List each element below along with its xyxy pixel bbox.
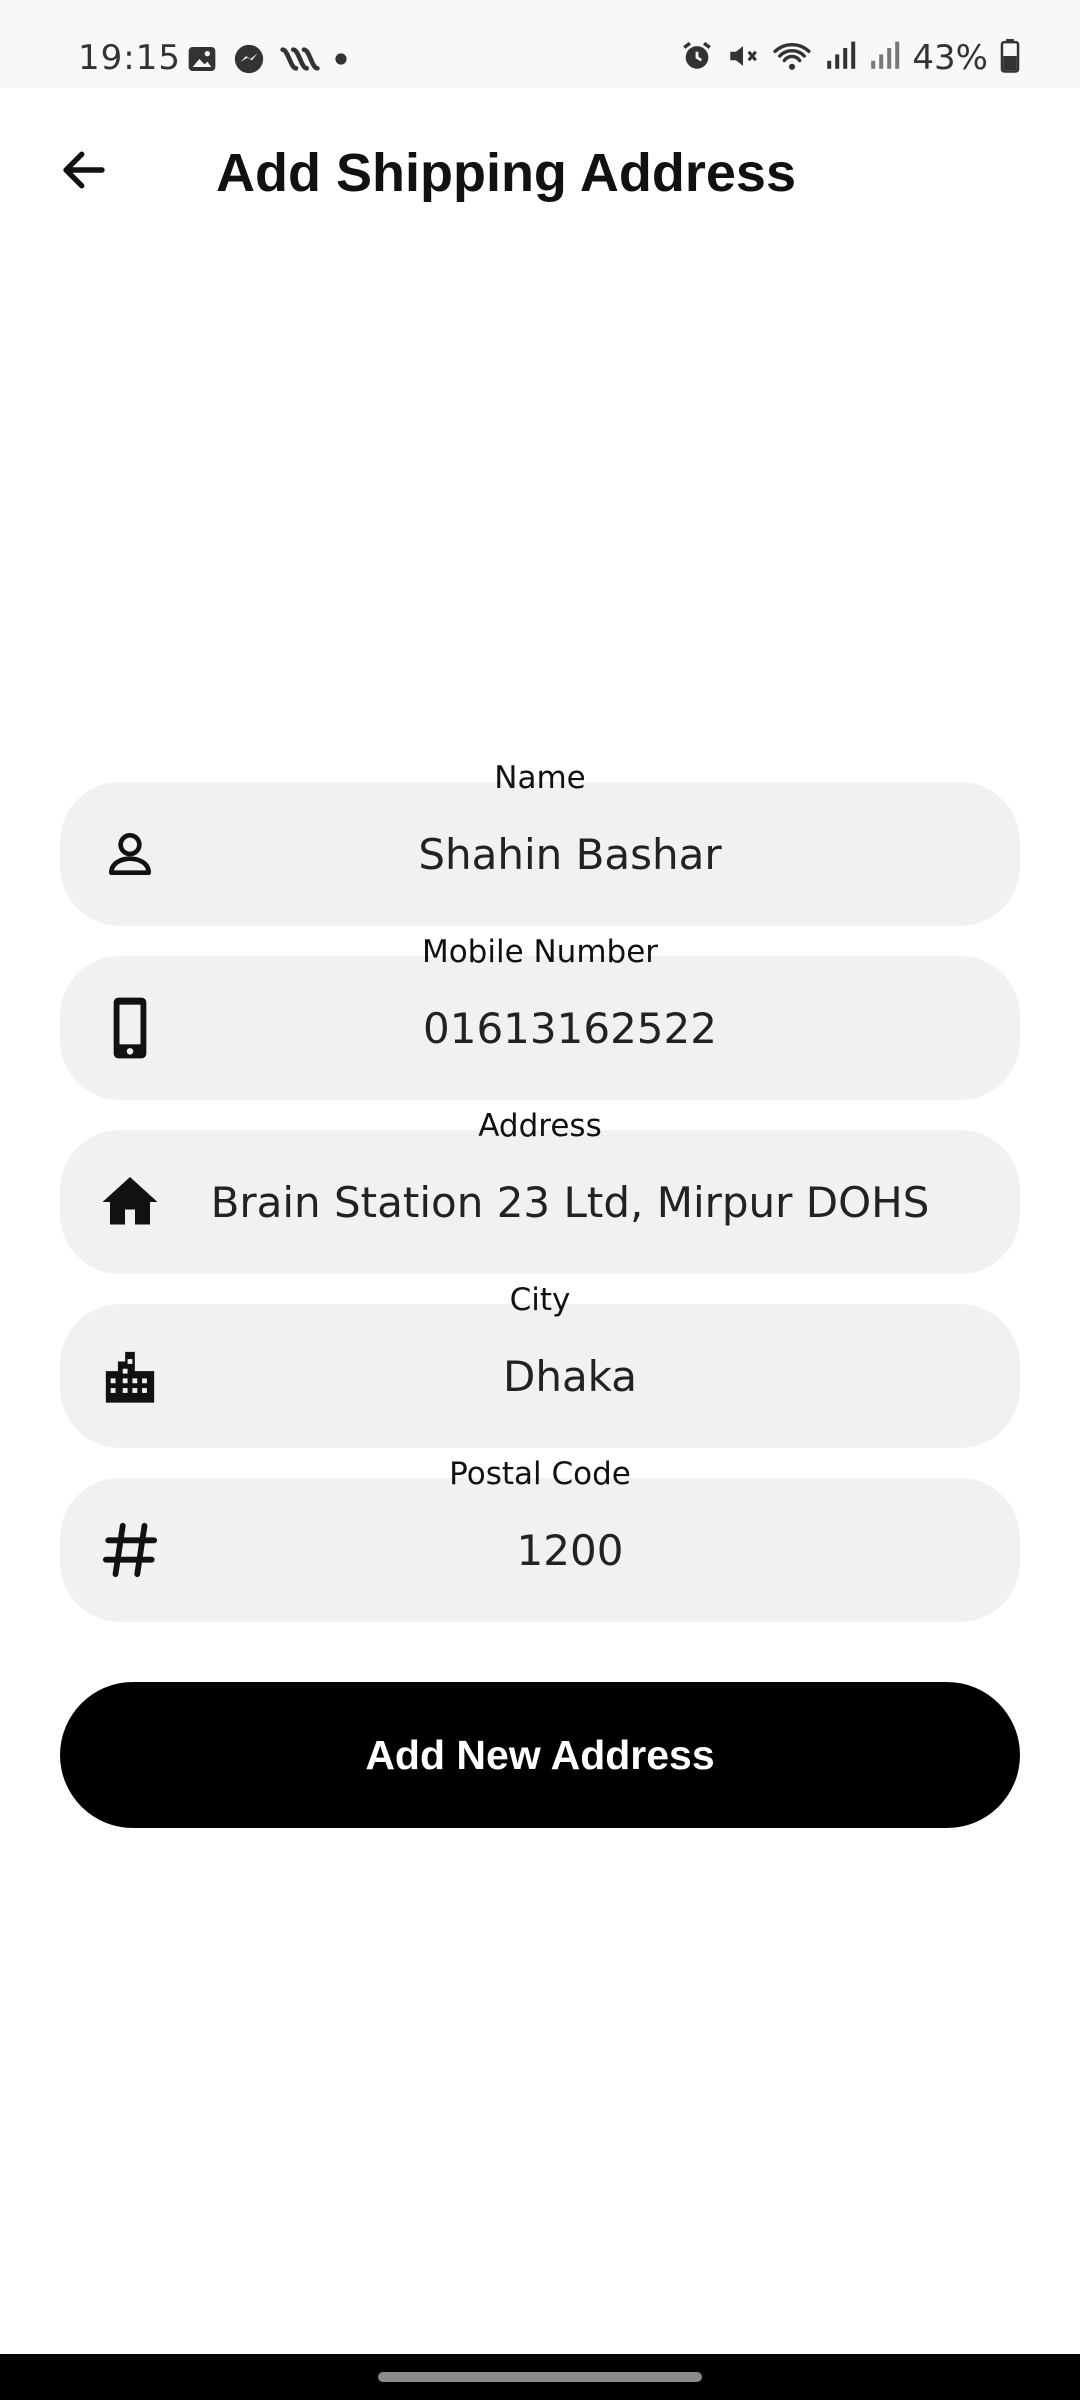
address-field: Brain Station 23 Ltd, Mirpur DOHS Addres… (60, 1108, 1020, 1282)
person-icon (100, 824, 160, 884)
mobile-number-value: 01613162522 (423, 1003, 717, 1053)
notification-icons (186, 42, 348, 81)
city-field: Dhaka City (60, 1282, 1020, 1456)
status-bar: 19:15 43% (0, 0, 1080, 88)
mobile-number-label: Mobile Number (421, 934, 659, 970)
city-icon (100, 1346, 160, 1406)
wifi-icon (772, 39, 812, 78)
back-button[interactable] (52, 140, 116, 204)
gallery-icon (186, 43, 218, 80)
postal-code-label: Postal Code (449, 1456, 631, 1492)
name-value: Shahin Bashar (418, 829, 722, 879)
messenger-icon (232, 42, 266, 81)
dot-icon (334, 52, 348, 71)
battery-percent: 43% (912, 38, 988, 78)
postal-code-input[interactable]: 1200 (60, 1478, 1020, 1622)
alarm-icon (680, 39, 714, 78)
add-new-address-button[interactable]: Add New Address (60, 1682, 1020, 1828)
battery-icon (1000, 38, 1020, 78)
name-label: Name (494, 760, 586, 796)
status-time: 19:15 (78, 38, 181, 78)
mobile-number-field: 01613162522 Mobile Number (60, 934, 1020, 1108)
city-label: City (509, 1282, 571, 1318)
home-indicator[interactable] (378, 2372, 702, 2382)
shipping-address-form: Shahin Bashar Name 01613162522 Mobile Nu… (60, 760, 1020, 1630)
address-label: Address (478, 1108, 602, 1144)
city-input[interactable]: Dhaka (60, 1304, 1020, 1448)
app-bar: Add Shipping Address (0, 88, 1080, 258)
mobile-number-input[interactable]: 01613162522 (60, 956, 1020, 1100)
address-input[interactable]: Brain Station 23 Ltd, Mirpur DOHS (60, 1130, 1020, 1274)
name-field: Shahin Bashar Name (60, 760, 1020, 934)
name-input[interactable]: Shahin Bashar (60, 782, 1020, 926)
system-nav-bar (0, 2354, 1080, 2400)
page-title: Add Shipping Address (216, 143, 796, 203)
arrow-left-icon (57, 143, 111, 202)
phone-icon (100, 997, 160, 1059)
home-icon (100, 1172, 160, 1232)
mute-icon (726, 39, 760, 78)
address-value: Brain Station 23 Ltd, Mirpur DOHS (210, 1177, 930, 1227)
hash-icon (100, 1520, 160, 1580)
postal-code-field: 1200 Postal Code (60, 1456, 1020, 1630)
city-value: Dhaka (502, 1351, 638, 1401)
postal-code-value: 1200 (516, 1525, 624, 1575)
signal-icon (824, 40, 856, 77)
app-icon (280, 44, 320, 79)
signal-icon (868, 40, 900, 77)
system-icons: 43% (680, 38, 1020, 78)
